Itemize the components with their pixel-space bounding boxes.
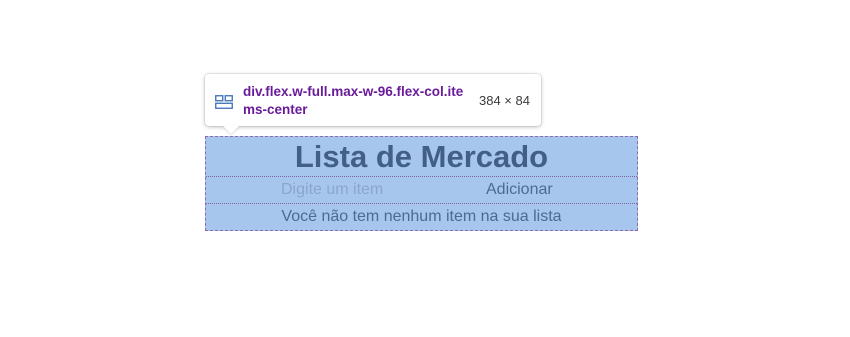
inspector-tooltip: div.flex.w-full.max-w-96.flex-col.items-…	[205, 74, 541, 126]
empty-list-message: Você não tem nenhum item na sua lista	[281, 208, 562, 225]
page-title: Lista de Mercado	[294, 139, 549, 174]
title-row: Lista de Mercado	[206, 137, 637, 177]
highlighted-flex-container: Lista de Mercado Digite um item Adiciona…	[205, 136, 638, 231]
element-selector-text: div.flex.w-full.max-w-96.flex-col.items-…	[243, 84, 464, 117]
empty-list-row: Você não tem nenhum item na sua lista	[206, 204, 637, 230]
item-input[interactable]: Digite um item	[281, 181, 383, 199]
add-item-form: Digite um item Adicionar	[206, 177, 637, 204]
add-button[interactable]: Adicionar	[486, 181, 553, 199]
flex-layout-icon	[215, 94, 233, 109]
element-dimensions: 384 × 84	[479, 93, 530, 108]
